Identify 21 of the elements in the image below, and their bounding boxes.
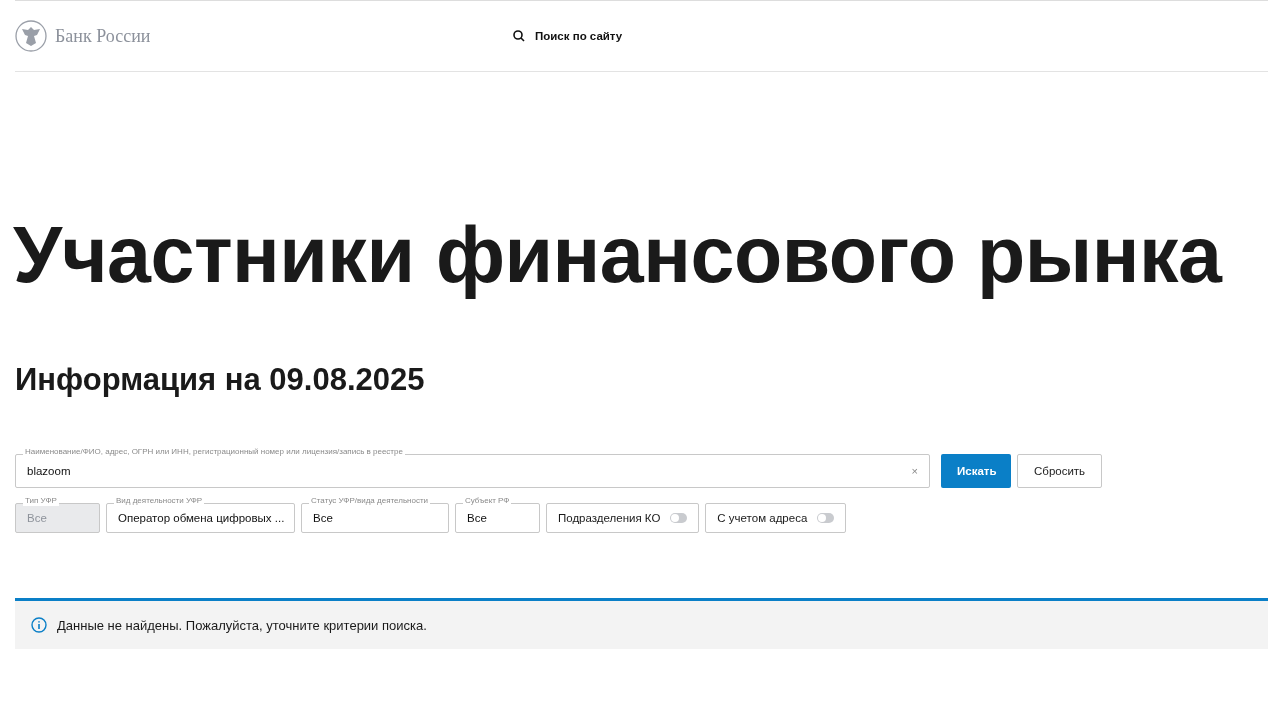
toggle-switch[interactable] xyxy=(670,513,688,523)
info-date-heading: Информация на 09.08.2025 xyxy=(15,362,426,398)
site-search-link[interactable]: Поиск по сайту xyxy=(513,30,623,42)
toggle-filter[interactable]: Подразделения КО xyxy=(546,503,700,533)
search-button[interactable]: Искать xyxy=(941,454,1011,488)
info-icon xyxy=(31,617,47,633)
field-label: Наименование/ФИО, адрес, ОГРН или ИНН, регистрационный номер или лицензия/запись в реестре xyxy=(23,447,405,457)
notice-text: Данные не найдены. Пожалуйста, уточните критерии поиска. xyxy=(57,617,427,633)
search-icon xyxy=(513,30,525,42)
field-label: Тип УФР xyxy=(23,496,59,506)
field-label: Вид деятельности УФР xyxy=(114,496,205,506)
reset-button[interactable]: Сбросить xyxy=(1017,454,1102,488)
filter-select[interactable]: Оператор обмена цифровых ... xyxy=(106,503,295,533)
clear-button[interactable]: × xyxy=(911,465,918,477)
page-title: Участники финансового рынка xyxy=(13,212,1224,298)
toggle-filter[interactable]: С учетом адреса xyxy=(705,503,847,533)
toggle-switch[interactable] xyxy=(817,513,835,523)
field-label: Статус УФР/вида деятельности xyxy=(309,496,431,506)
field-label: Субъект РФ xyxy=(463,496,512,506)
eagle-emblem-icon xyxy=(15,20,47,52)
filter-select[interactable]: Все xyxy=(455,503,540,533)
